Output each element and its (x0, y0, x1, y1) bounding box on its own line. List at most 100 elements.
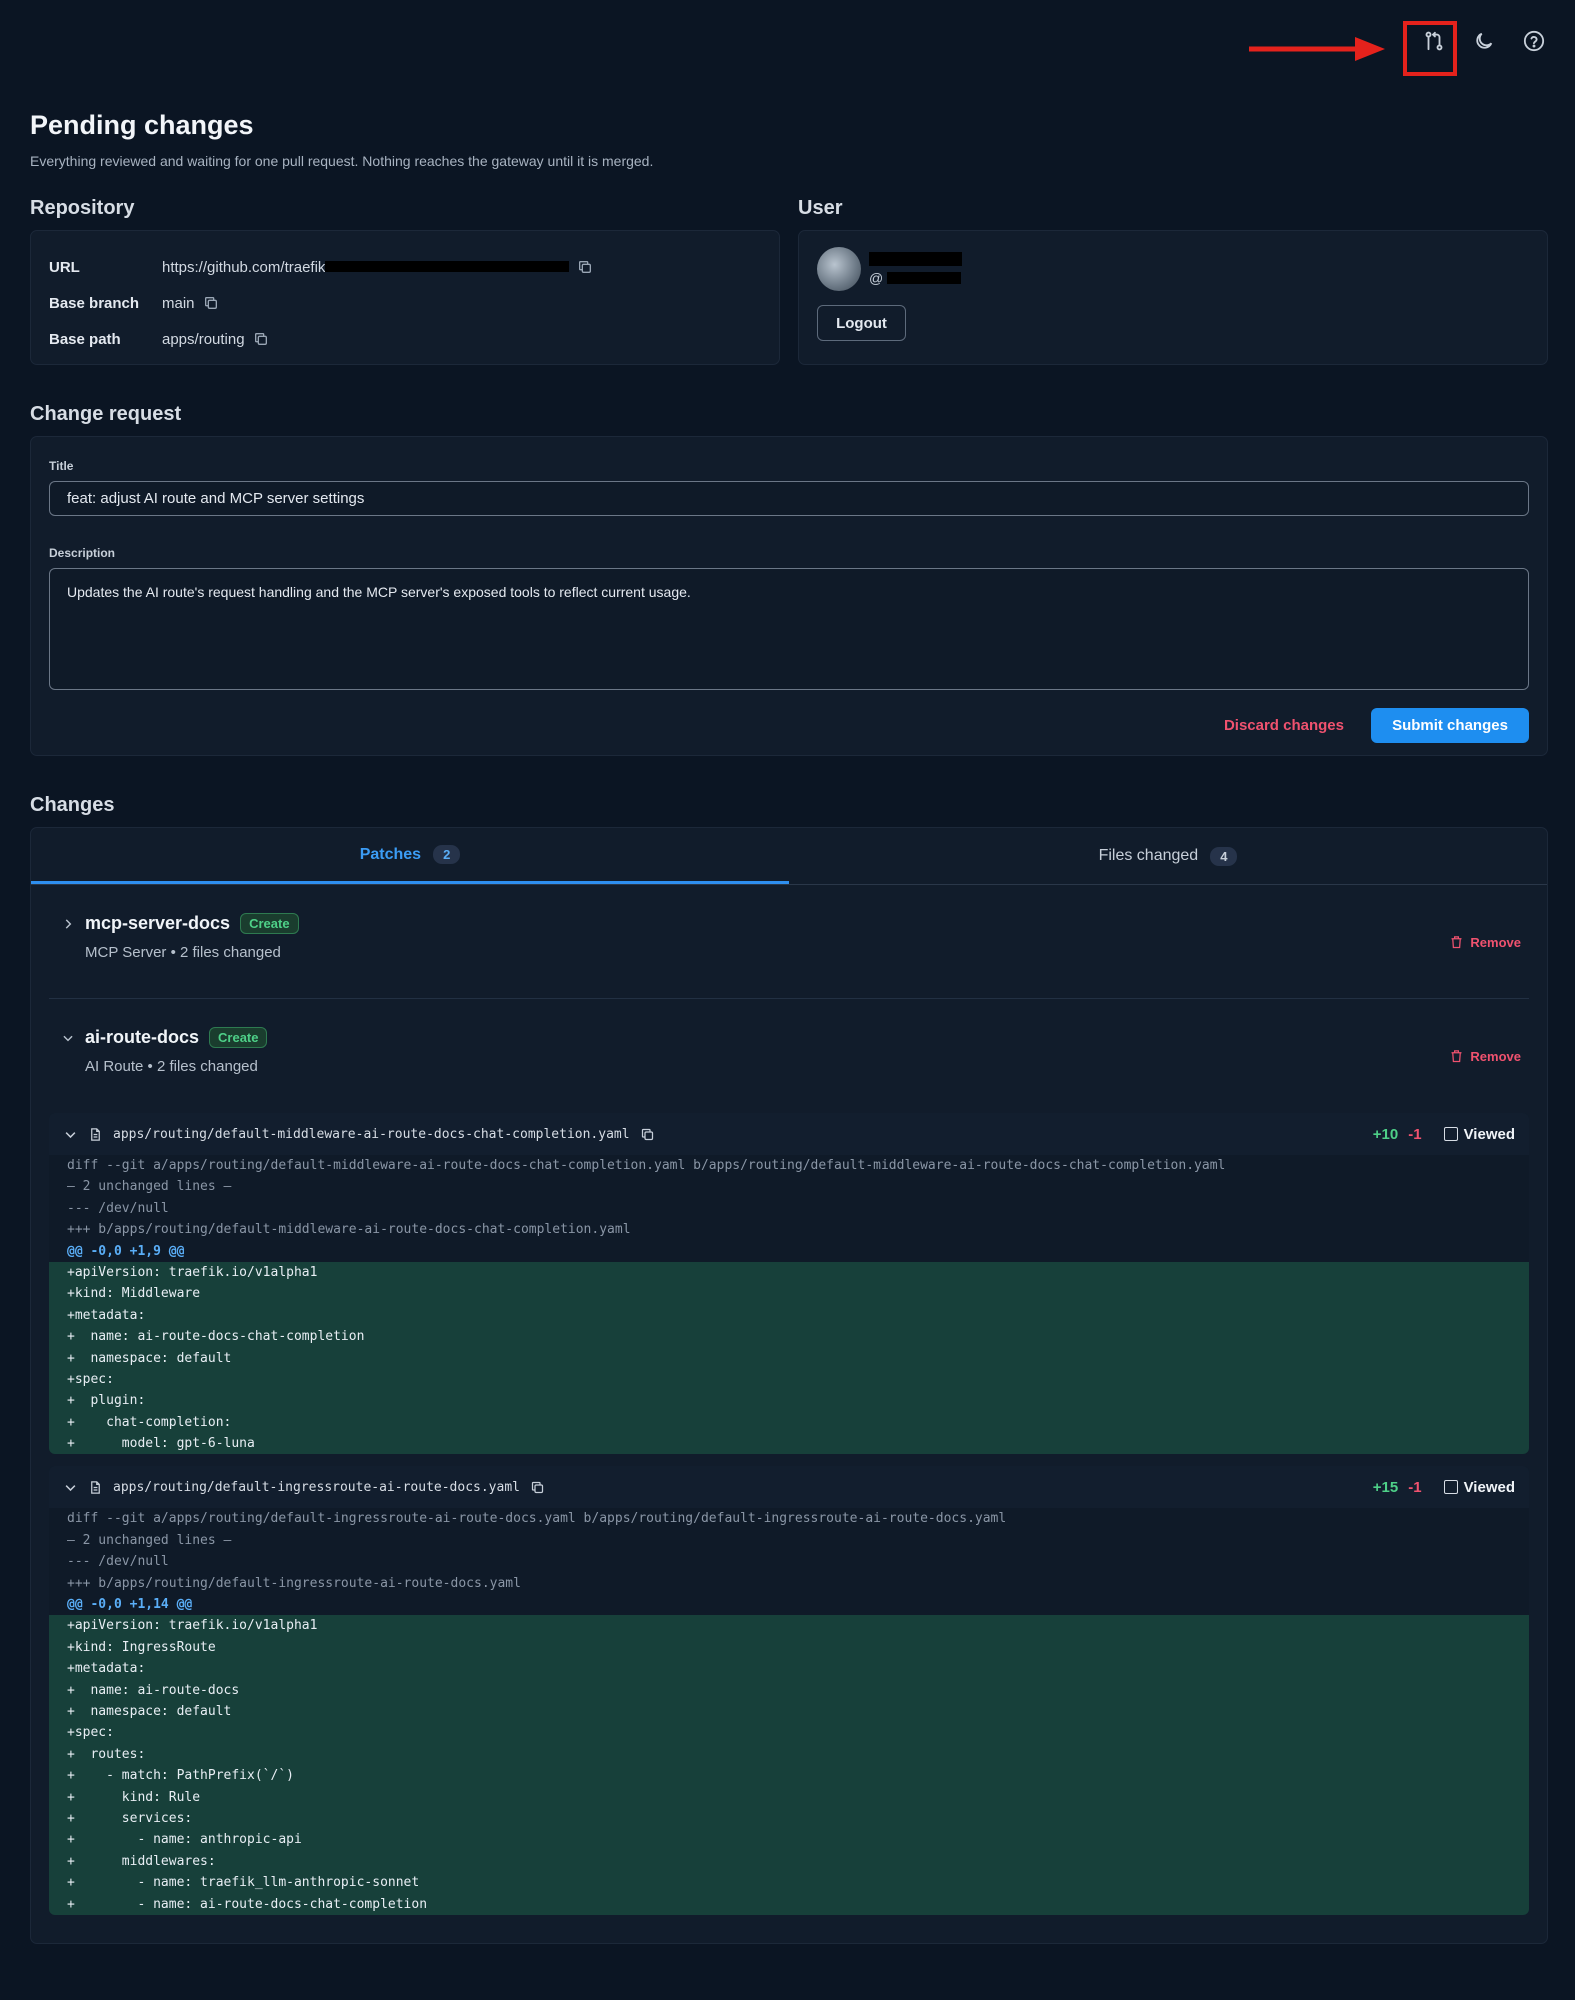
url-value: https://github.com/traefik (162, 259, 570, 276)
viewed-checkbox[interactable]: Viewed (1443, 1479, 1515, 1496)
submit-changes-button[interactable]: Submit changes (1371, 708, 1529, 743)
file-icon (91, 1127, 100, 1141)
copy-icon[interactable] (253, 331, 269, 347)
additions-count: +10 (1372, 1125, 1399, 1143)
url-label: URL (49, 258, 80, 276)
repository-section: Repository URL https://github.com/traefi… (30, 197, 780, 365)
diff-line: + services: (49, 1807, 1529, 1830)
branch-label: Base branch (49, 294, 140, 312)
diff-file-header: apps/routing/default-ingressroute-ai-rou… (49, 1466, 1529, 1509)
change-request-heading: Change request (30, 403, 182, 425)
patch-name[interactable]: mcp-server-docs (85, 913, 230, 934)
diff-line: +apiVersion: traefik.io/v1alpha1 (49, 1615, 1529, 1637)
patch-item: ai-route-docs Create AI Route • 2 files … (49, 999, 1529, 1113)
deletions-count: -1 (1408, 1478, 1422, 1496)
files-count-badge: 4 (1210, 846, 1238, 866)
diff-code: diff --git a/apps/routing/default-ingres… (49, 1508, 1529, 1915)
user-card: @ Logout (798, 230, 1548, 365)
help-icon[interactable] (1523, 30, 1545, 52)
description-textarea[interactable]: Updates the AI route's request handling … (49, 568, 1529, 690)
path-value: apps/routing (162, 330, 245, 348)
diff-line: +spec: (49, 1368, 1529, 1391)
copy-icon[interactable] (203, 295, 219, 311)
remove-button[interactable]: Remove (1449, 1049, 1521, 1064)
diff-file-path: apps/routing/default-middleware-ai-route… (113, 1126, 630, 1142)
redacted-handle (887, 272, 962, 284)
diff-line: + - name: anthropic-api (49, 1829, 1529, 1851)
top-toolbar (1423, 30, 1545, 52)
tab-patches[interactable]: Patches 2 (31, 828, 789, 884)
diff-line: +kind: IngressRoute (49, 1636, 1529, 1659)
path-label: Base path (49, 330, 121, 348)
chevron-right-icon[interactable] (61, 917, 75, 931)
changes-heading: Changes (30, 794, 115, 816)
checkbox-icon (1443, 1480, 1458, 1495)
deletions-count: -1 (1408, 1125, 1422, 1143)
diff-code: diff --git a/apps/routing/default-middle… (49, 1155, 1529, 1455)
viewed-checkbox[interactable]: Viewed (1443, 1126, 1515, 1143)
copy-icon[interactable] (640, 1127, 655, 1142)
diff-line: + name: ai-route-docs-chat-completion (49, 1326, 1529, 1348)
user-handle-prefix: @ (869, 270, 884, 286)
diff-file-path: apps/routing/default-ingressroute-ai-rou… (113, 1479, 520, 1495)
trash-icon (1451, 936, 1462, 949)
diff-line: +++ b/apps/routing/default-ingressroute-… (49, 1572, 1529, 1595)
diff-line: + - name: ai-route-docs-chat-completion (49, 1893, 1529, 1915)
diff-line: +metadata: (49, 1658, 1529, 1680)
patch-meta: AI Route • 2 files changed (85, 1058, 258, 1075)
user-heading: User (798, 197, 843, 219)
chevron-down-icon[interactable] (63, 1127, 78, 1142)
description-label: Description (49, 546, 116, 560)
copy-icon[interactable] (577, 259, 593, 275)
create-badge: Create (209, 1027, 268, 1048)
diff-line: diff --git a/apps/routing/default-ingres… (49, 1508, 1529, 1530)
diff-line: @@ -0,0 +1,9 @@ (49, 1240, 1529, 1262)
changes-section: Changes Patches 2 Files changed 4 mcp-se… (30, 794, 1548, 1944)
diff-line: @@ -0,0 +1,14 @@ (49, 1594, 1529, 1616)
diff-file: apps/routing/default-middleware-ai-route… (49, 1113, 1529, 1455)
moon-icon[interactable] (1473, 30, 1495, 52)
diff-line: + chat-completion: (49, 1411, 1529, 1434)
copy-icon[interactable] (530, 1480, 545, 1495)
logout-button[interactable]: Logout (817, 305, 906, 341)
patch-meta: MCP Server • 2 files changed (85, 944, 281, 961)
patches-count-badge: 2 (433, 845, 461, 864)
diff-line: + name: ai-route-docs (49, 1679, 1529, 1701)
branch-value: main (162, 294, 195, 312)
diff-line: +apiVersion: traefik.io/v1alpha1 (49, 1261, 1529, 1284)
diff-line: --- /dev/null (49, 1551, 1529, 1573)
git-pull-request-icon[interactable] (1423, 30, 1445, 52)
tab-files-changed[interactable]: Files changed 4 (789, 828, 1547, 884)
repository-heading: Repository (30, 197, 135, 219)
diff-line: + namespace: default (49, 1700, 1529, 1723)
remove-button[interactable]: Remove (1449, 935, 1521, 950)
diff-line: + model: gpt-6-luna (49, 1433, 1529, 1455)
page-subtitle: Everything reviewed and waiting for one … (30, 153, 654, 169)
change-request-card: Title feat: adjust AI route and MCP serv… (30, 436, 1548, 756)
redacted-block (325, 260, 570, 272)
diff-file-header: apps/routing/default-middleware-ai-route… (49, 1113, 1529, 1155)
patch-name[interactable]: ai-route-docs (85, 1027, 199, 1048)
chevron-down-icon[interactable] (61, 1031, 75, 1045)
additions-count: +15 (1372, 1478, 1399, 1496)
diff-line: + plugin: (49, 1390, 1529, 1412)
diff-line: +spec: (49, 1722, 1529, 1744)
diff-line: + namespace: default (49, 1347, 1529, 1369)
create-badge: Create (240, 913, 299, 934)
page-title: Pending changes (30, 110, 254, 140)
diff-line: +kind: Middleware (49, 1283, 1529, 1305)
trash-icon (1451, 1050, 1462, 1063)
redacted-display-name (869, 252, 962, 266)
avatar (817, 247, 861, 291)
change-request-section: Change request Title feat: adjust AI rou… (30, 403, 1548, 756)
title-input[interactable]: feat: adjust AI route and MCP server set… (49, 481, 1529, 516)
diff-line: --- /dev/null (49, 1197, 1529, 1220)
diff-list: apps/routing/default-middleware-ai-route… (31, 1113, 1547, 1915)
diff-line: diff --git a/apps/routing/default-middle… (49, 1155, 1529, 1177)
main-content: Pending changes Everything reviewed and … (30, 110, 1548, 1944)
diff-line: + middlewares: (49, 1850, 1529, 1873)
annotation-arrow (1249, 37, 1385, 61)
patch-item: mcp-server-docs Create MCP Server • 2 fi… (49, 885, 1529, 999)
discard-changes-button[interactable]: Discard changes (1224, 717, 1344, 734)
chevron-down-icon[interactable] (63, 1480, 78, 1495)
